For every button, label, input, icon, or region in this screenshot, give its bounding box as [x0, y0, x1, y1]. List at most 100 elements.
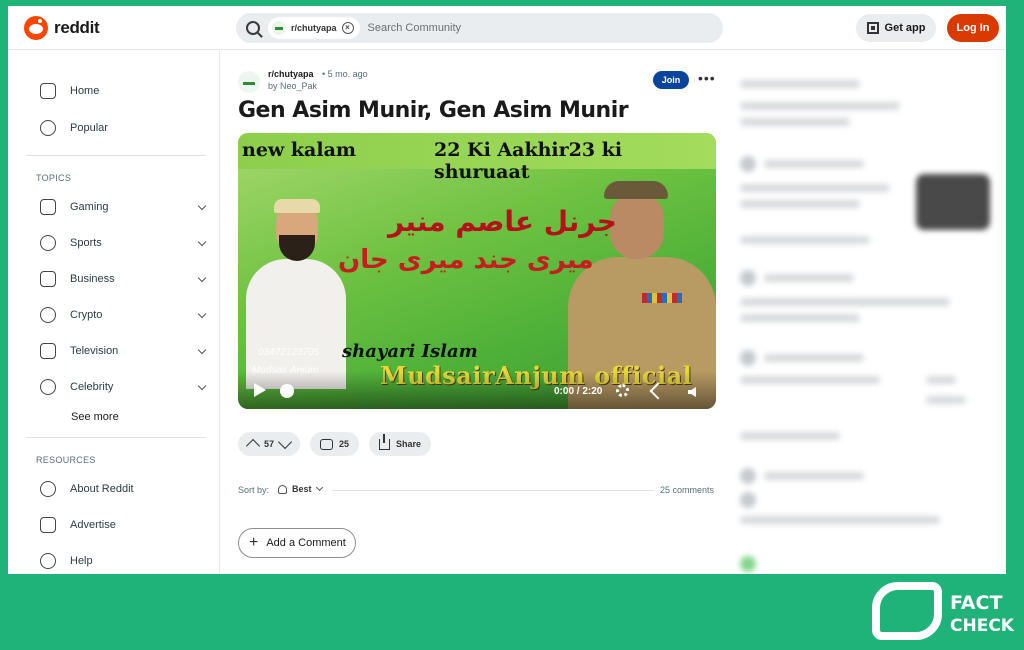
top-header: reddit r/chutyapa × Search Community Get… — [8, 6, 1006, 50]
sidebar-item-label: Sports — [70, 237, 102, 249]
topics-title: TOPICS — [36, 173, 72, 183]
share-label: Share — [396, 439, 422, 449]
share-icon — [379, 433, 391, 450]
chevron-down-icon — [197, 201, 207, 210]
get-app-label: Get app — [884, 22, 926, 34]
fact-check-logo-icon — [872, 582, 942, 640]
play-icon[interactable] — [254, 383, 266, 397]
sidebar-item-crypto[interactable]: Crypto — [40, 307, 207, 323]
sidebar-item-label: Business — [70, 273, 115, 285]
sort-dropdown[interactable]: Best — [278, 483, 323, 494]
comments-button[interactable]: 25 — [310, 432, 360, 456]
video-text-top-left: new kalam — [242, 139, 356, 161]
reddit-icon — [40, 481, 56, 497]
sort-value: Best — [292, 484, 312, 494]
login-button[interactable]: Log In — [947, 14, 999, 42]
post-author[interactable]: by Neo_Pak — [268, 81, 317, 91]
comments-count: 25 — [339, 439, 350, 449]
crypto-icon — [40, 307, 56, 323]
home-icon — [40, 83, 56, 99]
subreddit-link[interactable]: r/chutyapa — [268, 69, 314, 79]
sidebar-item-help[interactable]: Help — [40, 553, 205, 569]
browser-frame: reddit r/chutyapa × Search Community Get… — [8, 6, 1006, 574]
sidebar-item-label: Help — [70, 555, 93, 567]
video-scrubber[interactable] — [280, 384, 294, 398]
see-more-link[interactable]: See more — [71, 411, 119, 423]
left-sidebar: Home Popular TOPICS Gaming Sports Busine… — [8, 51, 220, 574]
comment-icon — [320, 438, 334, 450]
plus-icon: + — [249, 534, 259, 551]
sidebar-item-celebrity[interactable]: Celebrity — [40, 379, 207, 395]
share-button[interactable]: Share — [369, 432, 432, 456]
sidebar-item-gaming[interactable]: Gaming — [40, 199, 207, 215]
join-button[interactable]: Join — [653, 71, 689, 89]
fact-check-watermark: FACT CHECK — [872, 578, 1018, 644]
star-icon — [40, 379, 56, 395]
video-time: 0:00 / 2:20 — [554, 386, 603, 397]
close-icon[interactable]: × — [341, 22, 354, 34]
reddit-logo[interactable]: reddit — [24, 16, 100, 40]
video-urdu-line-2: میری جند میری جان — [338, 245, 594, 275]
rocket-icon — [278, 484, 287, 494]
megaphone-icon — [40, 517, 56, 533]
video-controls — [238, 371, 716, 409]
search-icon — [246, 21, 260, 35]
post-actions: 57 25 Share — [238, 432, 432, 456]
vote-control: 57 — [238, 432, 301, 456]
reddit-logo-icon — [24, 16, 48, 40]
chevron-down-icon — [197, 237, 207, 246]
divider — [26, 155, 206, 156]
sports-icon — [40, 235, 56, 251]
vote-count: 57 — [264, 439, 275, 449]
video-text-top-right: 22 Ki Aakhir23 ki shuruaat — [434, 139, 623, 183]
gamepad-icon — [40, 199, 56, 215]
downvote-icon[interactable] — [277, 434, 293, 450]
video-player[interactable]: new kalam 22 Ki Aakhir23 ki shuruaat جرن… — [238, 133, 716, 409]
help-icon — [40, 553, 56, 569]
subreddit-chip[interactable]: r/chutyapa × — [268, 17, 360, 39]
post-container: r/chutyapa • 5 mo. ago by Neo_Pak Join •… — [238, 51, 718, 574]
subreddit-avatar[interactable] — [238, 71, 260, 93]
sidebar-item-business[interactable]: Business — [40, 271, 207, 287]
subreddit-chip-icon — [272, 21, 286, 35]
sidebar-item-label: Home — [70, 85, 100, 97]
subreddit-chip-label: r/chutyapa — [291, 23, 337, 33]
sidebar-item-sports[interactable]: Sports — [40, 235, 207, 251]
post-age: • 5 mo. ago — [322, 69, 368, 79]
sidebar-item-label: Celebrity — [70, 381, 114, 393]
add-comment-button[interactable]: + Add a Comment — [238, 528, 356, 558]
search-input[interactable]: Search Community — [368, 22, 462, 34]
popular-icon — [40, 120, 56, 136]
sidebar-item-advertise[interactable]: Advertise — [40, 517, 205, 533]
chevron-down-icon — [197, 345, 207, 354]
video-urdu-line-1: جرنل عاصم منیر — [388, 205, 617, 238]
search-bar[interactable]: r/chutyapa × Search Community — [236, 13, 723, 43]
sidebar-item-label: Television — [70, 345, 119, 357]
sidebar-item-label: Gaming — [70, 201, 109, 213]
post-title: Gen Asim Munir, Gen Asim Munir — [238, 98, 629, 123]
chevron-down-icon — [197, 309, 207, 318]
chevron-down-icon — [197, 273, 207, 282]
divider — [26, 437, 206, 438]
sidebar-item-label: Advertise — [70, 519, 116, 531]
sidebar-item-home[interactable]: Home — [40, 83, 205, 99]
logo-text: reddit — [54, 18, 100, 37]
sidebar-item-popular[interactable]: Popular — [40, 120, 205, 136]
resources-title: RESOURCES — [36, 455, 96, 465]
get-app-button[interactable]: Get app — [856, 14, 936, 42]
video-shayari-text: shayari Islam — [342, 341, 478, 362]
settings-gear-icon[interactable] — [616, 384, 629, 397]
chart-icon — [40, 271, 56, 287]
sidebar-item-label: Popular — [70, 122, 108, 134]
sidebar-item-television[interactable]: Television — [40, 343, 207, 359]
chevron-down-icon — [315, 483, 323, 492]
comments-count-label: 25 comments — [660, 485, 715, 495]
more-options-icon[interactable]: ••• — [698, 71, 716, 85]
add-comment-label: Add a Comment — [266, 537, 346, 549]
sidebar-item-label: About Reddit — [70, 483, 134, 495]
video-phone-text: 03472123705 — [258, 347, 320, 358]
sidebar-item-label: Crypto — [70, 309, 103, 321]
sidebar-item-about-reddit[interactable]: About Reddit — [40, 481, 205, 497]
upvote-icon[interactable] — [245, 438, 261, 454]
watermark-line-2: CHECK — [950, 616, 1014, 636]
